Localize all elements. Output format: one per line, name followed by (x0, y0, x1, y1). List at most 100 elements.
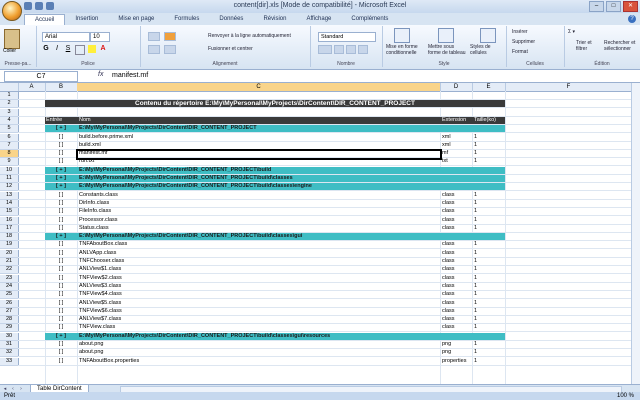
cell-d[interactable]: class (442, 200, 472, 207)
cell-c[interactable]: TNFView$6.class (79, 308, 439, 315)
cell-d[interactable]: xml (442, 142, 472, 149)
cell-b[interactable]: [ + ] (46, 125, 76, 132)
cell-c[interactable]: about.png (79, 349, 439, 356)
cell-d[interactable]: class (442, 241, 472, 248)
cell-e[interactable]: 1 (474, 275, 504, 282)
cell-c[interactable]: Status.class (79, 225, 439, 232)
cell-e[interactable]: 1 (474, 316, 504, 323)
column-header-b[interactable]: B (45, 83, 78, 91)
cell-styles-button[interactable]: Styles de cellules (470, 44, 504, 56)
minimize-button[interactable]: – (589, 1, 604, 12)
cell-d[interactable]: png (442, 341, 472, 348)
cell-d[interactable]: class (442, 324, 472, 331)
align-top-icon[interactable] (148, 32, 160, 41)
tab-complements[interactable]: Compléments (341, 14, 398, 25)
column-header-d[interactable]: D (440, 83, 473, 91)
cell-b[interactable]: [ ] (46, 142, 76, 149)
paste-icon[interactable] (4, 29, 20, 49)
cell-d[interactable]: properties (442, 358, 472, 365)
cell-b[interactable]: [ ] (46, 158, 76, 165)
cell-c[interactable]: TNFChooser.class (79, 258, 439, 265)
cell-e[interactable]: 1 (474, 308, 504, 315)
row-header[interactable]: 24 (0, 282, 19, 291)
tab-formules[interactable]: Formules (164, 14, 209, 25)
row-header[interactable]: 8 (0, 150, 19, 159)
row-header[interactable]: 7 (0, 141, 19, 150)
cell-e[interactable]: 1 (474, 250, 504, 257)
cell-e[interactable]: 1 (474, 283, 504, 290)
cell-c[interactable]: DirInfo.class (79, 200, 439, 207)
cell-e[interactable]: 1 (474, 208, 504, 215)
cell-c[interactable]: E:\My\MyPersonal\MyProjects\DirContent\D… (79, 175, 439, 182)
cell-b[interactable]: [ ] (46, 208, 76, 215)
cell-b[interactable]: [ ] (46, 283, 76, 290)
underline-button[interactable]: S (64, 45, 72, 53)
format-button[interactable]: Format (512, 49, 528, 55)
wrap-text-button[interactable]: Renvoyer à la ligne automatiquement (208, 33, 291, 39)
cell-b[interactable]: [ ] (46, 250, 76, 257)
tab-mise-en-page[interactable]: Mise en page (108, 14, 164, 25)
cell-c[interactable]: FileInfo.class (79, 208, 439, 215)
cell-c[interactable]: TNFView.class (79, 324, 439, 331)
cell-e[interactable]: 1 (474, 341, 504, 348)
cell-b[interactable]: [ ] (46, 341, 76, 348)
cell-e[interactable]: 1 (474, 349, 504, 356)
cell-d[interactable]: class (442, 308, 472, 315)
tab-insertion[interactable]: Insertion (65, 14, 108, 25)
delete-button[interactable]: Supprimer (512, 39, 535, 45)
row-header[interactable]: 10 (0, 166, 19, 175)
font-name-select[interactable]: Arial (42, 32, 90, 42)
column-header-c[interactable]: C (77, 83, 441, 91)
cell-e[interactable]: 1 (474, 134, 504, 141)
cell-b[interactable]: [ ] (46, 200, 76, 207)
column-header-f[interactable]: F (505, 83, 633, 91)
cell-b[interactable]: [ + ] (46, 175, 76, 182)
cell-b[interactable]: [ + ] (46, 333, 76, 340)
cell-d[interactable]: mf (442, 150, 472, 157)
cell-c[interactable]: E:\My\MyPersonal\MyProjects\DirContent\D… (79, 125, 439, 132)
row-header[interactable]: 30 (0, 332, 19, 341)
cell-c[interactable]: TNFView$2.class (79, 275, 439, 282)
row-header[interactable]: 28 (0, 316, 19, 325)
cell-e[interactable]: 1 (474, 192, 504, 199)
row-header[interactable]: 11 (0, 175, 19, 183)
row-header[interactable]: 13 (0, 191, 19, 200)
number-format-select[interactable]: Standard (318, 32, 376, 42)
conditional-format-icon[interactable] (394, 28, 410, 43)
increase-decimal-icon[interactable] (358, 45, 368, 54)
cell-c[interactable]: run.txt (79, 158, 439, 165)
tab-revision[interactable]: Révision (253, 14, 296, 25)
cell-b[interactable]: [ ] (46, 316, 76, 323)
cell-c[interactable]: ANLView$1.class (79, 266, 439, 273)
tab-donnees[interactable]: Données (209, 14, 253, 25)
cell-e[interactable]: 1 (474, 266, 504, 273)
cell-b[interactable]: [ ] (46, 150, 76, 157)
cell-b[interactable]: [ ] (46, 358, 76, 365)
cell-c[interactable]: build.before.prime.xml (79, 134, 439, 141)
row-header[interactable]: 3 (0, 108, 19, 117)
row-header[interactable]: 6 (0, 133, 19, 142)
cell-c[interactable]: ANLView$7.class (79, 316, 439, 323)
sort-filter-button[interactable]: Trier et filtrer (576, 40, 602, 52)
cell-d[interactable]: class (442, 300, 472, 307)
row-header[interactable]: 1 (0, 92, 19, 100)
font-color-icon[interactable]: A (99, 45, 107, 53)
cell-e[interactable]: 1 (474, 300, 504, 307)
cell-e[interactable]: 1 (474, 158, 504, 165)
vertical-scrollbar[interactable] (631, 83, 640, 384)
cell-d[interactable]: class (442, 208, 472, 215)
row-header[interactable]: 14 (0, 199, 19, 208)
row-header[interactable]: 29 (0, 324, 19, 333)
cell-b[interactable]: [ ] (46, 225, 76, 232)
cell-c[interactable]: TNFView$4.class (79, 291, 439, 298)
row-header[interactable]: 33 (0, 357, 19, 366)
cell-c[interactable]: E:\My\MyPersonal\MyProjects\DirContent\D… (79, 183, 439, 190)
cell-b[interactable]: [ ] (46, 217, 76, 224)
merge-center-button[interactable]: Fusionner et centrer (208, 46, 253, 52)
cell-d[interactable]: xml (442, 134, 472, 141)
tab-affichage[interactable]: Affichage (296, 14, 341, 25)
name-box[interactable]: C7 (4, 71, 78, 82)
thousands-icon[interactable] (346, 45, 356, 54)
cell-d[interactable]: class (442, 275, 472, 282)
row-header[interactable]: 4 (0, 116, 19, 125)
